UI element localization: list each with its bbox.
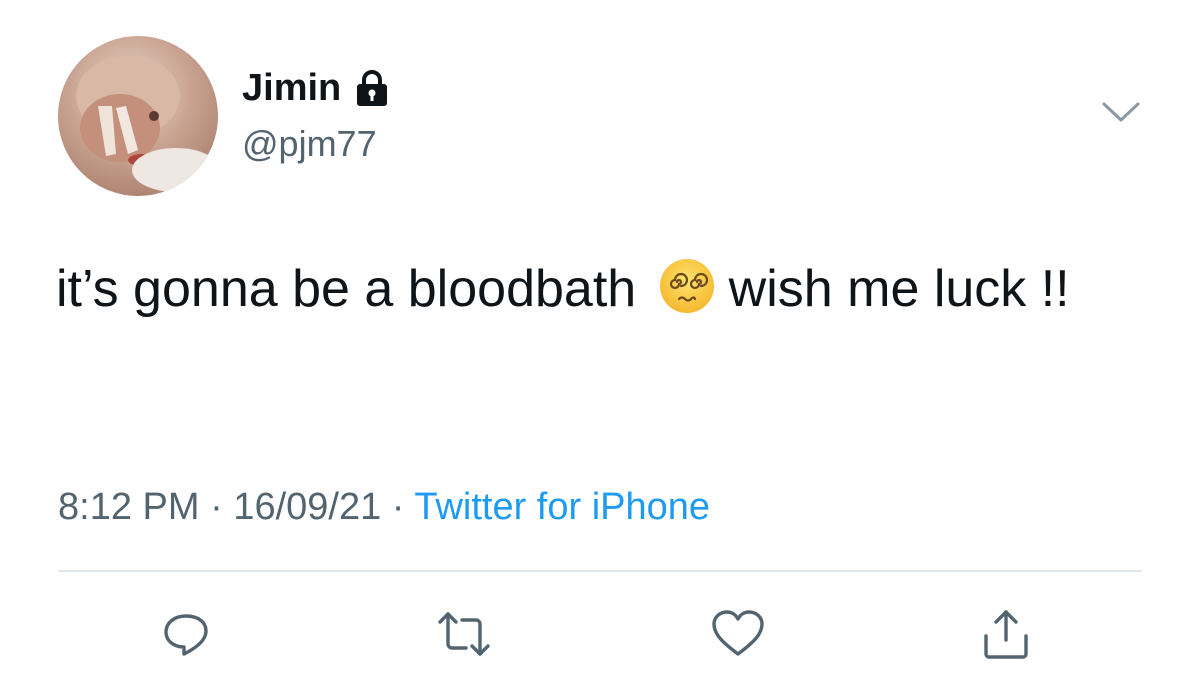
avatar[interactable] — [58, 36, 218, 196]
share-icon — [978, 606, 1034, 662]
tweet-text-part1: it’s gonna be a bloodbath — [56, 260, 637, 318]
user-handle[interactable]: @pjm77 — [242, 120, 377, 168]
heart-icon — [710, 608, 766, 660]
divider — [58, 570, 1142, 572]
meta-separator: · — [391, 486, 405, 528]
tweet-meta: 8:12 PM · 16/09/21 · Twitter for iPhone — [58, 482, 710, 532]
tweet-source-link[interactable]: Twitter for iPhone — [414, 486, 710, 528]
reply-icon — [160, 608, 212, 660]
retweet-button[interactable] — [434, 604, 494, 664]
retweet-icon — [436, 608, 492, 660]
like-button[interactable] — [708, 604, 768, 664]
meta-separator: · — [210, 486, 223, 528]
lock-icon — [355, 69, 389, 107]
display-name-text: Jimin — [242, 67, 342, 109]
tweet-date[interactable]: 16/09/21 — [233, 486, 381, 528]
face-with-spiral-eyes-icon — [659, 254, 715, 313]
tweet-text-part2: wish me luck !! — [728, 260, 1070, 318]
display-name[interactable]: Jimin — [242, 64, 389, 112]
share-button[interactable] — [976, 604, 1036, 664]
chevron-down-icon[interactable] — [1100, 98, 1142, 126]
reply-button[interactable] — [156, 604, 216, 664]
tweet-text: it’s gonna be a bloodbath wish me luck !… — [56, 246, 1146, 332]
tweet-time[interactable]: 8:12 PM — [58, 486, 200, 528]
